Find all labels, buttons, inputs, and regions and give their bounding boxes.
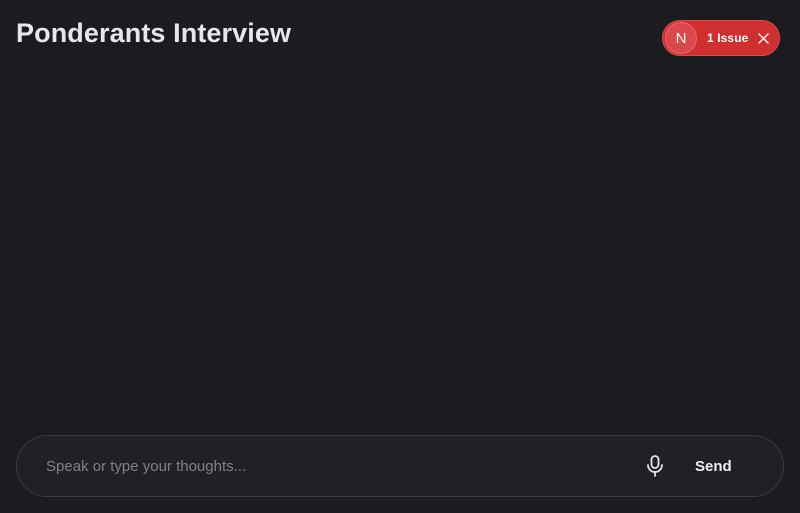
message-input[interactable]	[46, 446, 636, 486]
issue-count-label: 1 Issue	[707, 31, 749, 45]
app-page: Ponderants Interview N 1 Issue Send	[0, 0, 800, 513]
send-button[interactable]: Send	[695, 458, 732, 475]
composer-bar: Send	[16, 435, 784, 497]
close-icon[interactable]	[756, 31, 770, 45]
issues-badge-button[interactable]: N 1 Issue	[662, 20, 780, 56]
page-title: Ponderants Interview	[16, 18, 292, 48]
microphone-icon	[647, 455, 663, 477]
nextjs-logo-icon: N	[665, 22, 697, 54]
microphone-button[interactable]	[644, 453, 666, 479]
